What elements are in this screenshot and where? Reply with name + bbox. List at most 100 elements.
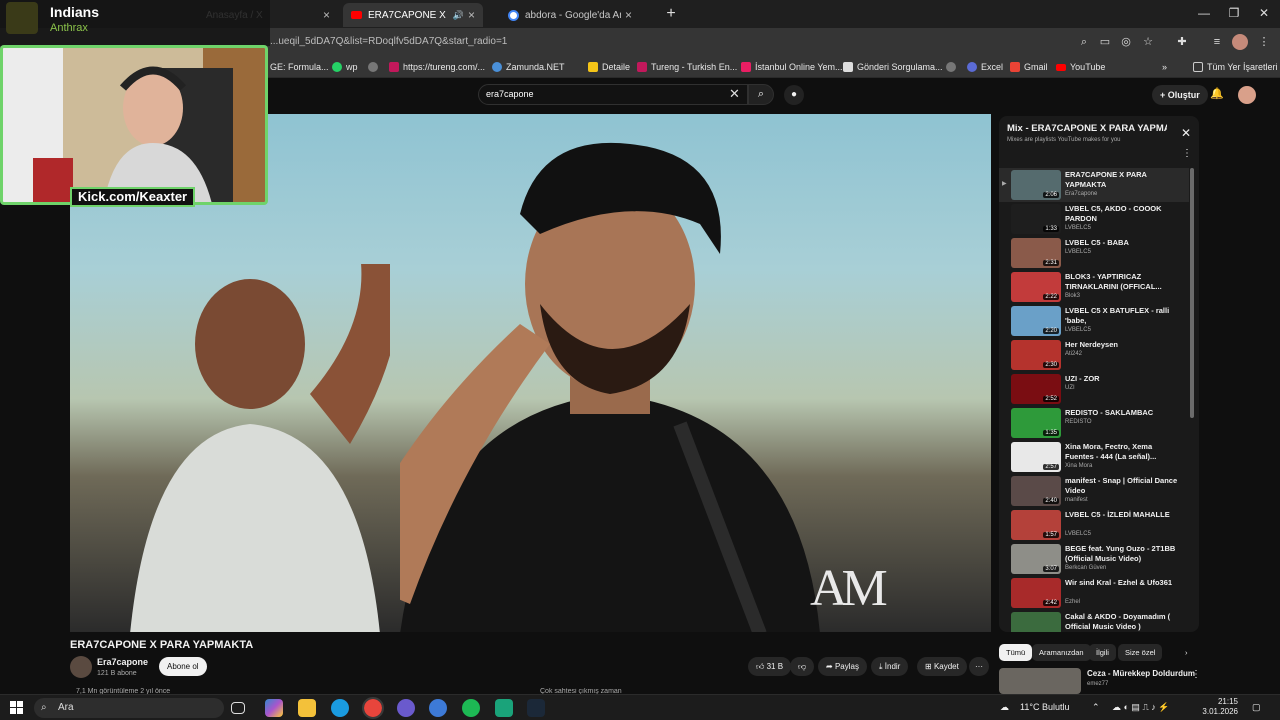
- window-close-button[interactable]: ✕: [1254, 6, 1274, 20]
- chip-from-search[interactable]: Aramanızdan: [1032, 644, 1091, 661]
- steam-icon[interactable]: [527, 699, 545, 717]
- download-button[interactable]: ⤓ İndir: [871, 657, 909, 676]
- account-avatar[interactable]: [1238, 86, 1256, 104]
- mix-playlist-panel: Mix - ERA7CAPONE X PARA YAPMAKTA Mixes a…: [999, 116, 1199, 632]
- taskbar-search[interactable]: ⌕ Ara: [34, 698, 224, 718]
- bookmark-item[interactable]: GE: Formula...: [270, 60, 329, 74]
- playlist-item[interactable]: 2:47Cakal & AKDO - Doyamadım ( Official …: [999, 610, 1189, 632]
- save-button[interactable]: ⊞ Kaydet: [917, 657, 967, 676]
- tray-icons[interactable]: ☁ ◐ ▤ ⎍ ♪ ⚡: [1112, 702, 1169, 713]
- windows-start-icon[interactable]: [10, 701, 23, 714]
- discord-icon[interactable]: [397, 699, 415, 717]
- media-icon[interactable]: ≡: [1209, 34, 1225, 50]
- dislike-button[interactable]: 👎︎: [790, 657, 815, 676]
- task-view-icon[interactable]: [231, 702, 245, 714]
- subscribe-button[interactable]: Abone ol: [159, 657, 207, 676]
- bookmark-item[interactable]: wp: [332, 60, 358, 74]
- bookmark-item[interactable]: Zamunda.NET: [492, 60, 565, 74]
- playlist-item[interactable]: 2:57 Xina Mora, Fectro, Xema Fuentes - 44…: [999, 440, 1189, 474]
- playlist-item[interactable]: 2:30 Her Nerdeysen Ati242: [999, 338, 1189, 372]
- playlist-item[interactable]: 2:40 manifest - Snap | Official Dance Vid…: [999, 474, 1189, 508]
- zoom-icon[interactable]: ⌕: [1076, 34, 1092, 50]
- playlist-item[interactable]: 3:07 BEGE feat. Yung Ouzo - 2T1BB (Offici…: [999, 542, 1189, 576]
- weather-icon[interactable]: ☁: [1000, 702, 1009, 713]
- chip-for-you[interactable]: Size özel: [1118, 644, 1163, 661]
- more-actions-button[interactable]: ···: [969, 657, 989, 676]
- minimize-button[interactable]: —: [1194, 6, 1214, 20]
- file-explorer-icon[interactable]: [298, 699, 316, 717]
- tab-title: abdora - Google'da Ara: [525, 9, 621, 21]
- playlist-title: Mix - ERA7CAPONE X PARA YAPMAKTA: [1007, 123, 1167, 134]
- search-input[interactable]: era7capone: [478, 84, 748, 105]
- app-icon[interactable]: [495, 699, 513, 717]
- clear-search-icon[interactable]: ✕: [729, 86, 740, 102]
- channel-avatar[interactable]: [70, 656, 92, 678]
- chip-all[interactable]: Tümü: [999, 644, 1033, 661]
- playlist-item[interactable]: 2:22 BLOK3 - YAPTIRICAZ TIRNAKLARINI (OFF…: [999, 270, 1189, 304]
- create-button[interactable]: + Oluştur: [1152, 85, 1208, 105]
- playlist-scrollbar[interactable]: [1190, 168, 1194, 418]
- bookmark-item[interactable]: Tureng - Turkish En...: [637, 60, 737, 74]
- bookmark-item[interactable]: YouTube: [1056, 60, 1105, 74]
- playlist-item[interactable]: 1:33 LVBEL C5, AKDO - COOOK PARDON LVBELC5: [999, 202, 1189, 236]
- bookmarks-overflow[interactable]: »: [1162, 60, 1167, 74]
- close-icon[interactable]: ×: [468, 8, 475, 22]
- playlist-item[interactable]: 1:57 LVBEL C5 - İZLEDİ MAHALLE LVBELC5: [999, 508, 1189, 542]
- share-button[interactable]: ➦ Paylaş: [818, 657, 867, 676]
- maximize-button[interactable]: ❐: [1224, 6, 1244, 20]
- taskbar-clock[interactable]: 21:15 3.01.2026: [1200, 697, 1238, 717]
- new-tab-button[interactable]: +: [662, 5, 680, 23]
- bookmark-item[interactable]: [946, 60, 960, 74]
- speaker-icon[interactable]: 🔊: [453, 10, 464, 21]
- playlist-item[interactable]: 2:52 UZI - ZOR UZI: [999, 372, 1189, 406]
- tab-youtube[interactable]: ERA7CAPONE X PARA YAPM 🔊 ×: [343, 3, 483, 27]
- excel-icon: [967, 62, 977, 72]
- copilot-icon[interactable]: [265, 699, 283, 717]
- tray-overflow-icon[interactable]: ⌃: [1092, 702, 1100, 713]
- bookmark-item[interactable]: Detaile: [588, 60, 630, 74]
- bookmark-item[interactable]: Gönderi Sorgulama...: [843, 60, 943, 74]
- app-icon[interactable]: [429, 699, 447, 717]
- close-icon[interactable]: ×: [323, 8, 330, 22]
- cast-icon[interactable]: ▭: [1097, 34, 1113, 50]
- playlist-item[interactable]: 2:42 Wir sind Kral - Ezhel & Ufo361 Ezhel: [999, 576, 1189, 610]
- eye-off-icon[interactable]: ◎: [1118, 34, 1134, 50]
- weather-text[interactable]: 11°C Bulutlu: [1020, 702, 1069, 712]
- menu-dots-icon[interactable]: ⋮: [1191, 669, 1201, 680]
- chips-next-arrow[interactable]: ›: [1178, 644, 1195, 661]
- edge-icon[interactable]: [331, 699, 349, 717]
- search-button[interactable]: ⌕: [748, 84, 774, 105]
- bookmark-item[interactable]: [368, 60, 382, 74]
- recommended-video[interactable]: Ceza - Mürekkep Doldurdum emez77 ⋮: [999, 668, 1201, 694]
- playlist-item[interactable]: ▶ 2:06 ERA7CAPONE X PARA YAPMAKTA Era7capon…: [999, 168, 1189, 202]
- playlist-item[interactable]: 2:20 LVBEL C5 X BATUFLEX - ralli 'babe, LV…: [999, 304, 1189, 338]
- menu-dots-icon[interactable]: ⋮: [1182, 148, 1192, 159]
- close-icon[interactable]: ✕: [1181, 126, 1191, 140]
- playlist-thumbnail: 2:52: [1011, 374, 1061, 404]
- tab-google[interactable]: abdora - Google'da Ara ×: [500, 3, 640, 27]
- playlist-item[interactable]: 2:31 LVBEL C5 - BABA LVBELC5: [999, 236, 1189, 270]
- menu-dots-icon[interactable]: ⋮: [1256, 34, 1272, 50]
- mic-button[interactable]: ●: [784, 85, 804, 105]
- channel-name[interactable]: Era7capone: [97, 657, 148, 667]
- bookmark-item[interactable]: Gmail: [1010, 60, 1048, 74]
- spotify-icon[interactable]: [462, 699, 480, 717]
- like-button[interactable]: 👍︎ 31 B: [748, 657, 792, 676]
- profile-icon[interactable]: [1232, 34, 1248, 50]
- playlist-item-channel: manifest: [1065, 497, 1088, 503]
- chrome-icon[interactable]: [362, 697, 384, 719]
- url-field[interactable]: ...ueqil_5dDA7Q&list=RDoqlfv5dDA7Q&start…: [270, 36, 507, 47]
- playlist-item-title: Her Nerdeysen: [1065, 340, 1118, 349]
- bookmark-item[interactable]: Tüm Yer İşaretleri: [1193, 60, 1278, 74]
- extensions-icon[interactable]: ✚: [1174, 34, 1190, 50]
- gmail-icon: [1010, 62, 1020, 72]
- bookmark-item[interactable]: Excel: [967, 60, 1003, 74]
- bookmark-item[interactable]: https://tureng.com/...: [389, 60, 485, 74]
- playlist-item[interactable]: 1:35 REDISTO - SAKLAMBAC REDISTO: [999, 406, 1189, 440]
- bookmark-item[interactable]: İstanbul Online Yem...: [741, 60, 843, 74]
- chip-related[interactable]: İlgili: [1089, 644, 1116, 661]
- bookmark-star-icon[interactable]: ☆: [1140, 34, 1156, 50]
- notifications-icon[interactable]: ▢: [1252, 702, 1261, 713]
- close-icon[interactable]: ×: [625, 8, 632, 22]
- notifications-bell-icon[interactable]: 🔔: [1210, 87, 1224, 100]
